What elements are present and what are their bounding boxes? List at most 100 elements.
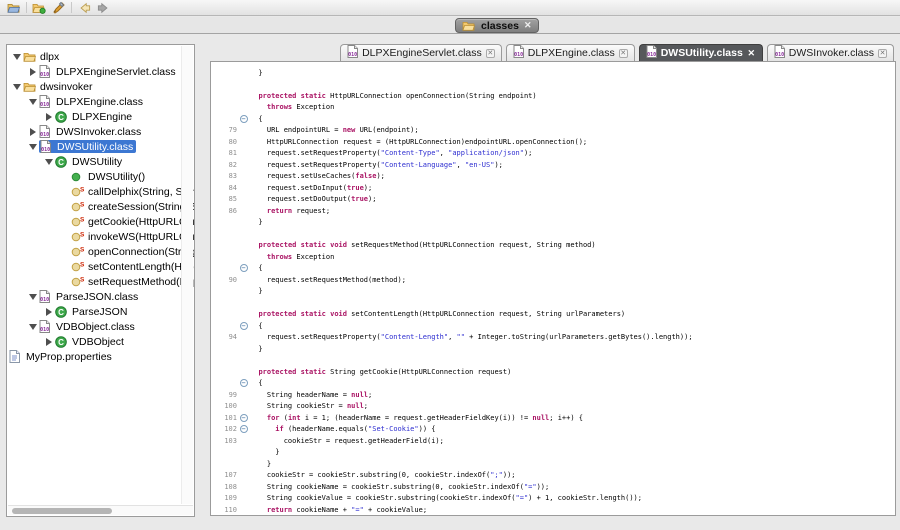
tree-vertical-scrollbar-track[interactable] bbox=[181, 46, 193, 504]
code-line bbox=[211, 297, 895, 309]
tree-item-getcookie-httpurlcon[interactable]: SgetCookie(HttpURLCon bbox=[7, 214, 194, 229]
svg-text:010: 010 bbox=[40, 132, 49, 138]
tree-horizontal-scrollbar[interactable] bbox=[8, 505, 193, 515]
tree-item-parsejson[interactable]: CParseJSON bbox=[7, 304, 194, 319]
chevron-right-icon[interactable] bbox=[42, 338, 55, 346]
code-editor[interactable]: } protected static HttpURLConnection ope… bbox=[210, 61, 896, 516]
tree-item-label: VDBObject.class bbox=[54, 321, 135, 333]
line-number: 108 bbox=[211, 483, 237, 491]
chevron-right-icon[interactable] bbox=[26, 68, 39, 76]
line-number: 80 bbox=[211, 138, 237, 146]
editor-tab-dlpxengineservlet-class[interactable]: 010DLPXEngineServlet.class✕ bbox=[340, 44, 502, 61]
chevron-down-icon[interactable] bbox=[26, 294, 39, 300]
tree-item-setrequestmethod-http[interactable]: SsetRequestMethod(Http bbox=[7, 274, 194, 289]
line-number: 101 bbox=[211, 414, 237, 422]
code-text: return cookieName + "=" + cookieValue; bbox=[250, 506, 427, 514]
classfile-icon: 010 bbox=[39, 95, 54, 108]
classfile-icon: 010 bbox=[39, 320, 54, 333]
line-number: 110 bbox=[211, 506, 237, 514]
close-icon[interactable]: ✕ bbox=[524, 21, 532, 30]
editor-tab-dlpxengine-class[interactable]: 010 DLPXEngine.class ✕ bbox=[506, 44, 635, 61]
svg-text:010: 010 bbox=[514, 52, 523, 58]
svg-text:S: S bbox=[80, 262, 85, 269]
chevron-down-icon[interactable] bbox=[10, 54, 23, 60]
tree-item-dwsutility[interactable]: CDWSUtility bbox=[7, 154, 194, 169]
chevron-down-icon[interactable] bbox=[10, 84, 23, 90]
code-text: throws Exception bbox=[250, 103, 334, 111]
toolbar bbox=[0, 0, 900, 16]
close-icon[interactable]: ✕ bbox=[747, 49, 756, 58]
tree-item-createsession-string-st[interactable]: ScreateSession(String, St bbox=[7, 199, 194, 214]
code-text: protected static String getCookie(HttpUR… bbox=[250, 368, 511, 376]
editor-tab-dwsutility-class[interactable]: 010DWSUtility.class✕ bbox=[639, 44, 763, 61]
chevron-down-icon[interactable] bbox=[26, 324, 39, 330]
editor-tab-label: DLPXEngine.class bbox=[528, 47, 615, 59]
code-line: protected static void setContentLength(H… bbox=[211, 309, 895, 321]
toolbar-separator bbox=[26, 2, 27, 13]
svg-text:S: S bbox=[80, 217, 85, 224]
svg-text:S: S bbox=[80, 232, 85, 239]
code-line: 79 URL endpointURL = new URL(endpoint); bbox=[211, 125, 895, 137]
chevron-down-icon[interactable] bbox=[26, 144, 39, 150]
code-line: 80 HttpURLConnection request = (HttpURLC… bbox=[211, 136, 895, 148]
chevron-right-icon[interactable] bbox=[26, 128, 39, 136]
tree-item-dlpxengineservlet-class[interactable]: 010DLPXEngineServlet.class bbox=[7, 64, 194, 79]
classC-icon: C bbox=[55, 156, 70, 168]
class-file-icon: 010 bbox=[646, 45, 657, 61]
smethod-icon: S bbox=[71, 261, 86, 272]
code-text: } bbox=[250, 287, 263, 295]
classfile-icon: 010 bbox=[40, 140, 55, 153]
smethod-icon: S bbox=[71, 246, 86, 257]
fold-icon[interactable]: − bbox=[237, 264, 250, 272]
tree-item-label: getCookie(HttpURLCon bbox=[86, 216, 194, 228]
close-icon[interactable]: ✕ bbox=[878, 49, 887, 58]
close-icon[interactable]: ✕ bbox=[619, 49, 628, 58]
open-type-icon[interactable] bbox=[31, 1, 47, 15]
tree-item-setcontentlength-http[interactable]: SsetContentLength(Http bbox=[7, 259, 194, 274]
tree-item-dlpx[interactable]: dlpx bbox=[7, 49, 194, 64]
chevron-down-icon[interactable] bbox=[42, 159, 55, 165]
tree-item-invokews-httpurlconn[interactable]: SinvokeWS(HttpURLConn bbox=[7, 229, 194, 244]
tree-item-dwsutility[interactable]: DWSUtility() bbox=[7, 169, 194, 184]
fold-icon[interactable]: − bbox=[237, 425, 250, 433]
back-arrow-icon[interactable] bbox=[76, 1, 92, 15]
forward-arrow-icon[interactable] bbox=[95, 1, 111, 15]
fold-icon[interactable]: − bbox=[237, 115, 250, 123]
tree-item-dwsinvoker[interactable]: dwsinvoker bbox=[7, 79, 194, 94]
chevron-right-icon[interactable] bbox=[42, 308, 55, 316]
tree-item-dlpxengine[interactable]: CDLPXEngine bbox=[7, 109, 194, 124]
code-text: { bbox=[250, 264, 263, 272]
tree-item-dwsinvoker-class[interactable]: 010DWSInvoker.class bbox=[7, 124, 194, 139]
fold-icon[interactable]: − bbox=[237, 379, 250, 387]
code-text: request.setUseCaches(false); bbox=[250, 172, 385, 180]
close-icon[interactable]: ✕ bbox=[486, 49, 495, 58]
fold-icon[interactable]: − bbox=[237, 322, 250, 330]
properties-icon bbox=[9, 350, 24, 363]
tree-item-calldelphix-string-strin[interactable]: ScallDelphix(String, Strin bbox=[7, 184, 194, 199]
code-text: } bbox=[250, 69, 263, 77]
classfile-icon: 010 bbox=[39, 65, 54, 78]
tree-item-vdbobject-class[interactable]: 010VDBObject.class bbox=[7, 319, 194, 334]
search-brush-icon[interactable] bbox=[50, 1, 66, 15]
tree-item-dwsutility-class[interactable]: 010DWSUtility.class bbox=[7, 139, 194, 154]
svg-text:S: S bbox=[80, 247, 85, 254]
svg-text:010: 010 bbox=[348, 52, 357, 58]
fold-icon[interactable]: − bbox=[237, 414, 250, 422]
tree-item-parsejson-class[interactable]: 010ParseJSON.class bbox=[7, 289, 194, 304]
chevron-down-icon[interactable] bbox=[26, 99, 39, 105]
tree-item-openconnection-string[interactable]: SopenConnection(String bbox=[7, 244, 194, 259]
code-line: 102− if (headerName.equals("Set-Cookie")… bbox=[211, 424, 895, 436]
tree-item-label: setRequestMethod(Http bbox=[86, 276, 194, 288]
tree-item-myprop-properties[interactable]: MyProp.properties bbox=[7, 349, 194, 364]
code-line: 108 String cookieName = cookieStr.substr… bbox=[211, 481, 895, 493]
code-line bbox=[211, 79, 895, 91]
code-line: } bbox=[211, 343, 895, 355]
editor-tab-dwsinvoker-class[interactable]: 010DWSInvoker.class✕ bbox=[767, 44, 894, 61]
chevron-right-icon[interactable] bbox=[42, 113, 55, 121]
tree-item-dlpxengine-class[interactable]: 010DLPXEngine.class bbox=[7, 94, 194, 109]
open-file-icon[interactable] bbox=[5, 1, 21, 15]
main-tab-classes[interactable]: classes ✕ bbox=[455, 18, 539, 33]
tree-scrollbar-thumb[interactable] bbox=[12, 508, 112, 514]
toolbar-separator bbox=[71, 2, 72, 13]
tree-item-vdbobject[interactable]: CVDBObject bbox=[7, 334, 194, 349]
